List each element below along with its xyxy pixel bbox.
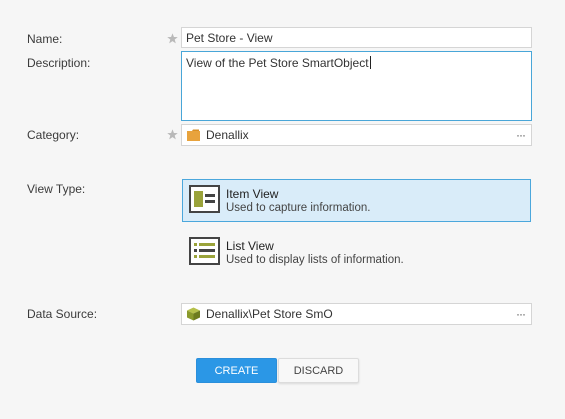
data-source-picker[interactable]: Denallix\Pet Store SmO ···: [181, 303, 532, 325]
list-view-title: List View: [226, 239, 274, 253]
category-more-button[interactable]: ···: [516, 129, 526, 141]
text-cursor: [369, 56, 371, 69]
view-type-label: View Type:: [27, 182, 86, 196]
data-source-value: Denallix\Pet Store SmO: [206, 307, 333, 321]
smartobject-cube-icon: [187, 307, 200, 321]
name-label: Name:: [27, 32, 63, 46]
list-view-option[interactable]: List View Used to display lists of infor…: [182, 231, 531, 274]
data-source-label: Data Source:: [27, 307, 98, 321]
category-label: Category:: [27, 128, 80, 142]
create-button[interactable]: CREATE: [196, 358, 277, 383]
description-textarea[interactable]: View of the Pet Store SmartObject: [181, 51, 532, 121]
item-view-title: Item View: [226, 187, 279, 201]
discard-button[interactable]: DISCARD: [278, 358, 359, 383]
list-view-icon: [189, 237, 220, 265]
data-source-more-button[interactable]: ···: [516, 308, 526, 320]
description-textarea-value: View of the Pet Store SmartObject: [186, 56, 369, 70]
item-view-option[interactable]: Item View Used to capture information.: [182, 179, 531, 222]
category-picker[interactable]: Denallix ···: [181, 124, 532, 146]
folder-icon: [187, 129, 200, 141]
required-star-icon: [167, 33, 178, 44]
item-view-icon: [189, 185, 220, 213]
item-view-description: Used to capture information.: [226, 202, 371, 214]
name-input-value: Pet Store - View: [186, 30, 273, 45]
description-label: Description:: [27, 56, 91, 70]
list-view-description: Used to display lists of information.: [226, 254, 404, 266]
required-star-icon: [167, 129, 178, 140]
category-value: Denallix: [206, 128, 249, 142]
name-input[interactable]: Pet Store - View: [181, 27, 532, 48]
